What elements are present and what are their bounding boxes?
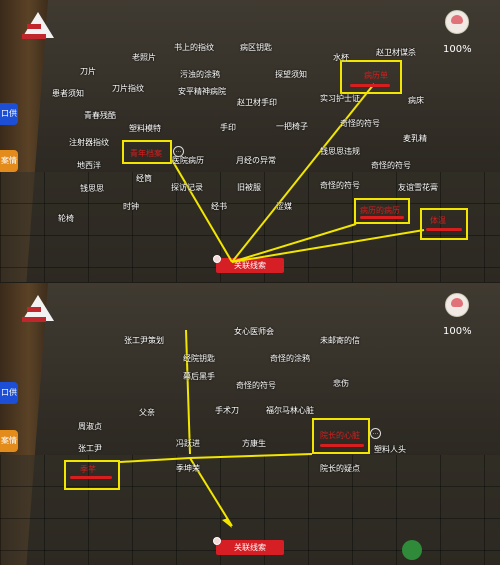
clue-item[interactable]: 奇怪的符号 [320, 180, 360, 191]
clue-item[interactable]: 探望须知 [275, 69, 307, 80]
clue-item[interactable]: 方康生 [242, 438, 266, 449]
mark-underline [70, 476, 112, 479]
clue-item[interactable]: 探访记录 [171, 182, 203, 193]
link-line [189, 453, 313, 459]
clue-item[interactable]: 奇怪的涂鸦 [270, 353, 310, 364]
clue-item[interactable]: 老照片 [132, 52, 156, 63]
clue-item[interactable]: 张工尹 [78, 443, 102, 454]
selected-clue[interactable]: 院长的心脏 [320, 430, 360, 441]
clue-item[interactable]: 涩媒 [276, 201, 292, 212]
clue-item[interactable]: 奇怪的符号 [371, 160, 411, 171]
clue-item[interactable]: 福尔马林心脏 [266, 405, 314, 416]
clue-item[interactable]: 院长的疑点 [320, 463, 360, 474]
clue-item[interactable]: 时钟 [123, 201, 139, 212]
clue-item[interactable]: 手术刀 [215, 405, 239, 416]
clue-item[interactable]: 季坤荣 [176, 463, 200, 474]
clue-item[interactable]: 刀片 [80, 66, 96, 77]
link-line [231, 223, 357, 263]
clue-item[interactable]: 经院钥匙 [183, 353, 215, 364]
clue-item[interactable]: 塑料人头 [374, 444, 406, 455]
clue-item[interactable]: 手印 [220, 122, 236, 133]
clue-item[interactable]: 幕后黑手 [183, 371, 215, 382]
clue-item[interactable]: 医院病历 [172, 155, 204, 166]
selected-clue[interactable]: 病历的病历 [360, 205, 400, 216]
clue-item[interactable]: 地西泮 [77, 160, 101, 171]
mark-underline [360, 216, 404, 219]
clue-item[interactable]: 冯跃进 [176, 438, 200, 449]
selected-clue[interactable]: 病历单 [364, 70, 388, 81]
clue-item[interactable]: 奇怪的符号 [340, 118, 380, 129]
clue-item[interactable]: 周淑贞 [78, 421, 102, 432]
clue-item[interactable]: 麦乳精 [403, 133, 427, 144]
clue-item[interactable]: 奇怪的符号 [236, 380, 276, 391]
clue-item[interactable]: 书上的指纹 [174, 42, 214, 53]
clue-item[interactable]: 病床 [408, 95, 424, 106]
link-line [231, 83, 375, 263]
clue-item[interactable]: 塑料模特 [129, 123, 161, 134]
clue-item[interactable]: 一把椅子 [276, 121, 308, 132]
mark-underline [350, 84, 390, 87]
clue-item[interactable]: 旧被服 [237, 182, 261, 193]
selected-clue[interactable]: 青年档案 [130, 148, 162, 159]
selected-clue[interactable]: 季芊 [80, 464, 96, 475]
clue-item[interactable]: 女心医师会 [234, 326, 274, 337]
link-line [231, 229, 425, 263]
clue-item[interactable]: 安平精神病院 [178, 86, 226, 97]
clue-item[interactable]: 赵卫材谋杀 [376, 47, 416, 58]
clue-item[interactable]: 病区钥匙 [240, 42, 272, 53]
clue-item[interactable]: 悲伤 [333, 378, 349, 389]
clue-item[interactable]: 月经の异常 [236, 155, 276, 166]
more-icon[interactable]: … [370, 428, 381, 439]
mark-underline [426, 228, 462, 231]
clue-item[interactable]: 张工尹策划 [124, 335, 164, 346]
clue-item[interactable]: 实习护士证 [320, 93, 360, 104]
mark-underline [320, 444, 364, 447]
clue-item[interactable]: 水杯 [333, 52, 349, 63]
clue-item[interactable]: 刀片指纹 [112, 83, 144, 94]
clue-item[interactable]: 注射器指纹 [69, 137, 109, 148]
link-line [119, 457, 191, 463]
clue-item[interactable]: 轮椅 [58, 213, 74, 224]
clue-item[interactable]: 经筒 [136, 173, 152, 184]
clue-item[interactable]: 父亲 [139, 407, 155, 418]
clue-item[interactable]: 青春残酷 [84, 110, 116, 121]
clue-item[interactable]: 钱思思违规 [320, 146, 360, 157]
clue-item[interactable]: 患者须知 [52, 88, 84, 99]
clue-item[interactable]: 污浊的涂鸦 [180, 69, 220, 80]
clue-item[interactable]: 钱思思 [80, 183, 104, 194]
clue-item[interactable]: 友谊雪花膏 [398, 182, 438, 193]
clue-item[interactable]: 未邮寄的信 [320, 335, 360, 346]
selected-clue[interactable]: 体温 [430, 215, 446, 226]
clue-item[interactable]: 经书 [211, 201, 227, 212]
clue-item[interactable]: 赵卫材手印 [237, 97, 277, 108]
link-line [185, 329, 191, 455]
